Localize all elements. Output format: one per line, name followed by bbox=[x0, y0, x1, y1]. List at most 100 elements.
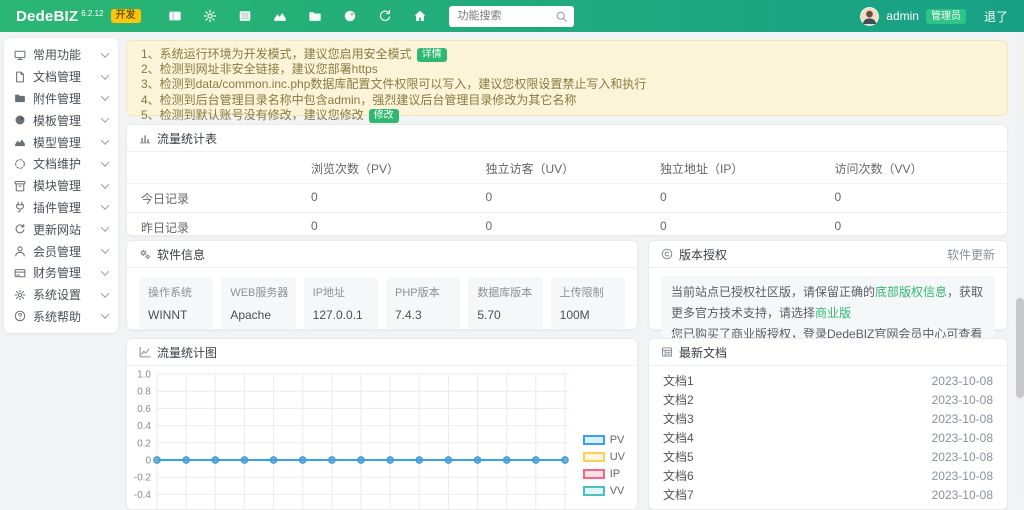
username[interactable]: admin bbox=[886, 9, 919, 23]
traffic-value-cell: 0 bbox=[658, 183, 833, 212]
chart-icon[interactable] bbox=[273, 9, 287, 23]
doc-name[interactable]: 文档6 bbox=[663, 467, 694, 484]
doc-name[interactable]: 文档4 bbox=[663, 429, 694, 446]
svg-text:1.0: 1.0 bbox=[137, 370, 151, 381]
sidebar-item-label: 会员管理 bbox=[33, 243, 102, 260]
doc-list-item[interactable]: 文档42023-10-08 bbox=[649, 428, 1007, 447]
notice-text: 4、检测到后台管理目录名称中包含admin，强烈建议后台管理目录修改为其它名称 bbox=[141, 93, 576, 107]
sidebar-item-会员管理[interactable]: 会员管理 bbox=[4, 240, 118, 262]
software-info-box: IP地址127.0.0.1 bbox=[304, 277, 378, 329]
legend-item-PV: PV bbox=[583, 434, 625, 446]
business-version-link[interactable]: 商业版 bbox=[815, 306, 851, 320]
palette-icon bbox=[14, 114, 26, 126]
software-update-link[interactable]: 软件更新 bbox=[947, 246, 995, 263]
doc-list-item[interactable]: 文档72023-10-08 bbox=[649, 485, 1007, 504]
app-version: 6.2.12 bbox=[81, 9, 103, 18]
software-info-title: 软件信息 bbox=[157, 246, 205, 263]
doc-list-item[interactable]: 文档32023-10-08 bbox=[649, 409, 1007, 428]
doc-name[interactable]: 文档3 bbox=[663, 410, 694, 427]
traffic-chart: 1.00.80.60.40.20-0.2-0.4 PVUVIPVV bbox=[127, 366, 637, 510]
home-icon[interactable] bbox=[413, 9, 427, 23]
chevron-down-icon bbox=[101, 224, 109, 232]
sidebar-item-模板管理[interactable]: 模板管理 bbox=[4, 109, 118, 131]
software-info-box: 上传限制100M bbox=[551, 277, 625, 329]
sidebar-item-文档维护[interactable]: 文档维护 bbox=[4, 153, 118, 175]
chevron-down-icon bbox=[101, 245, 109, 253]
traffic-value-cell: 0 bbox=[309, 183, 484, 212]
notice-line: 2、检测到网址非安全链接，建议您部署https bbox=[141, 62, 993, 77]
doc-name[interactable]: 文档7 bbox=[663, 486, 694, 503]
logout-link[interactable]: 退了 bbox=[984, 8, 1008, 25]
legend-label: UV bbox=[610, 451, 625, 463]
software-info-value: 7.4.3 bbox=[395, 308, 451, 322]
plug-icon bbox=[14, 201, 26, 213]
traffic-stats-header: 流量统计表 bbox=[127, 125, 1007, 152]
sidebar-item-附件管理[interactable]: 附件管理 bbox=[4, 88, 118, 110]
sidebar-item-label: 财务管理 bbox=[33, 264, 102, 281]
sidebar-item-label: 插件管理 bbox=[33, 199, 102, 216]
doc-name[interactable]: 文档5 bbox=[663, 448, 694, 465]
sidebar-item-插件管理[interactable]: 插件管理 bbox=[4, 197, 118, 219]
sidebar-item-文档管理[interactable]: 文档管理 bbox=[4, 66, 118, 88]
doc-list-item[interactable]: 文档2 2023-10-08 bbox=[649, 390, 1007, 409]
doc-name[interactable]: 文档1 bbox=[663, 372, 694, 389]
palette-icon[interactable] bbox=[343, 9, 357, 23]
notice-action-badge[interactable]: 修改 bbox=[369, 109, 399, 123]
traffic-stats-card: 流量统计表 浏览次数（PV）独立访客（UV）独立地址（IP）访问次数（VV）今日… bbox=[126, 124, 1008, 236]
sidebar-item-label: 文档管理 bbox=[33, 68, 102, 85]
svg-text:0.4: 0.4 bbox=[137, 421, 151, 432]
sidebar-item-label: 模块管理 bbox=[33, 177, 102, 194]
traffic-stats-title: 流量统计表 bbox=[157, 130, 217, 147]
legend-swatch bbox=[583, 486, 605, 496]
notice-line: 3、检测到data/common.inc.php数据库配置文件权限可以写入，建议… bbox=[141, 77, 993, 92]
copyright-info-link[interactable]: 底部版权信息 bbox=[875, 285, 947, 299]
help-icon bbox=[14, 310, 26, 322]
avatar[interactable] bbox=[860, 7, 879, 26]
list-icon[interactable] bbox=[238, 9, 252, 23]
traffic-chart-title: 流量统计图 bbox=[157, 344, 217, 361]
latest-docs-title: 最新文档 bbox=[679, 344, 727, 361]
search-icon[interactable] bbox=[555, 10, 568, 23]
sidebar-item-模型管理[interactable]: 模型管理 bbox=[4, 131, 118, 153]
sidebar-item-label: 更新网站 bbox=[33, 221, 102, 238]
brand[interactable]: DedeBIZ 6.2.12 开发 bbox=[16, 8, 141, 25]
gear-icon[interactable] bbox=[203, 9, 217, 23]
notice-action-badge[interactable]: 详情 bbox=[417, 48, 447, 62]
topbar-shortcuts bbox=[168, 9, 427, 23]
monitor-icon bbox=[14, 49, 26, 61]
chevron-down-icon bbox=[101, 71, 109, 79]
chevron-down-icon bbox=[101, 202, 109, 210]
sidebar-item-模块管理[interactable]: 模块管理 bbox=[4, 175, 118, 197]
sidebar-item-常用功能[interactable]: 常用功能 bbox=[4, 44, 118, 66]
traffic-col-header: 浏览次数（PV） bbox=[309, 152, 484, 183]
legend-swatch bbox=[583, 435, 605, 445]
sidebar-item-更新网站[interactable]: 更新网站 bbox=[4, 218, 118, 240]
page-scrollbar-track[interactable] bbox=[1016, 32, 1024, 500]
notice-line: 1、系统运行环境为开发模式，建议您启用安全模式详情 bbox=[141, 47, 993, 62]
doc-date: 2023-10-08 bbox=[932, 374, 993, 388]
sidebar-item-系统设置[interactable]: 系统设置 bbox=[4, 284, 118, 306]
page-scrollbar-thumb[interactable] bbox=[1016, 298, 1024, 398]
doc-name[interactable]: 文档2 bbox=[663, 391, 694, 408]
doc-list-item[interactable]: 文档52023-10-08 bbox=[649, 447, 1007, 466]
doc-list-item[interactable]: 文档1 2023-10-08 bbox=[649, 371, 1007, 390]
panel-icon[interactable] bbox=[168, 9, 182, 23]
doc-date: 2023-10-08 bbox=[932, 469, 993, 483]
sidebar-item-label: 系统帮助 bbox=[33, 308, 102, 325]
box-icon bbox=[14, 180, 26, 192]
sidebar-item-系统帮助[interactable]: 系统帮助 bbox=[4, 306, 118, 328]
legend-label: IP bbox=[610, 468, 620, 480]
folder-icon[interactable] bbox=[308, 9, 322, 23]
traffic-col-header: 独立访客（UV） bbox=[484, 152, 659, 183]
doc-list-item[interactable]: 文档6 2023-10-08 bbox=[649, 466, 1007, 485]
role-badge: 管理员 bbox=[926, 9, 966, 24]
svg-text:-0.4: -0.4 bbox=[134, 490, 152, 501]
sidebar-item-财务管理[interactable]: 财务管理 bbox=[4, 262, 118, 284]
chart-plot: 1.00.80.60.40.20-0.2-0.4 bbox=[127, 366, 625, 510]
doc-date: 2023-10-08 bbox=[932, 393, 993, 407]
software-info-value: 100M bbox=[560, 308, 616, 322]
traffic-value-cell: 0 bbox=[484, 212, 659, 241]
top-bar: DedeBIZ 6.2.12 开发 admin 管理员 退了 bbox=[0, 0, 1024, 32]
refresh-icon[interactable] bbox=[378, 9, 392, 23]
traffic-col-header: 独立地址（IP） bbox=[658, 152, 833, 183]
